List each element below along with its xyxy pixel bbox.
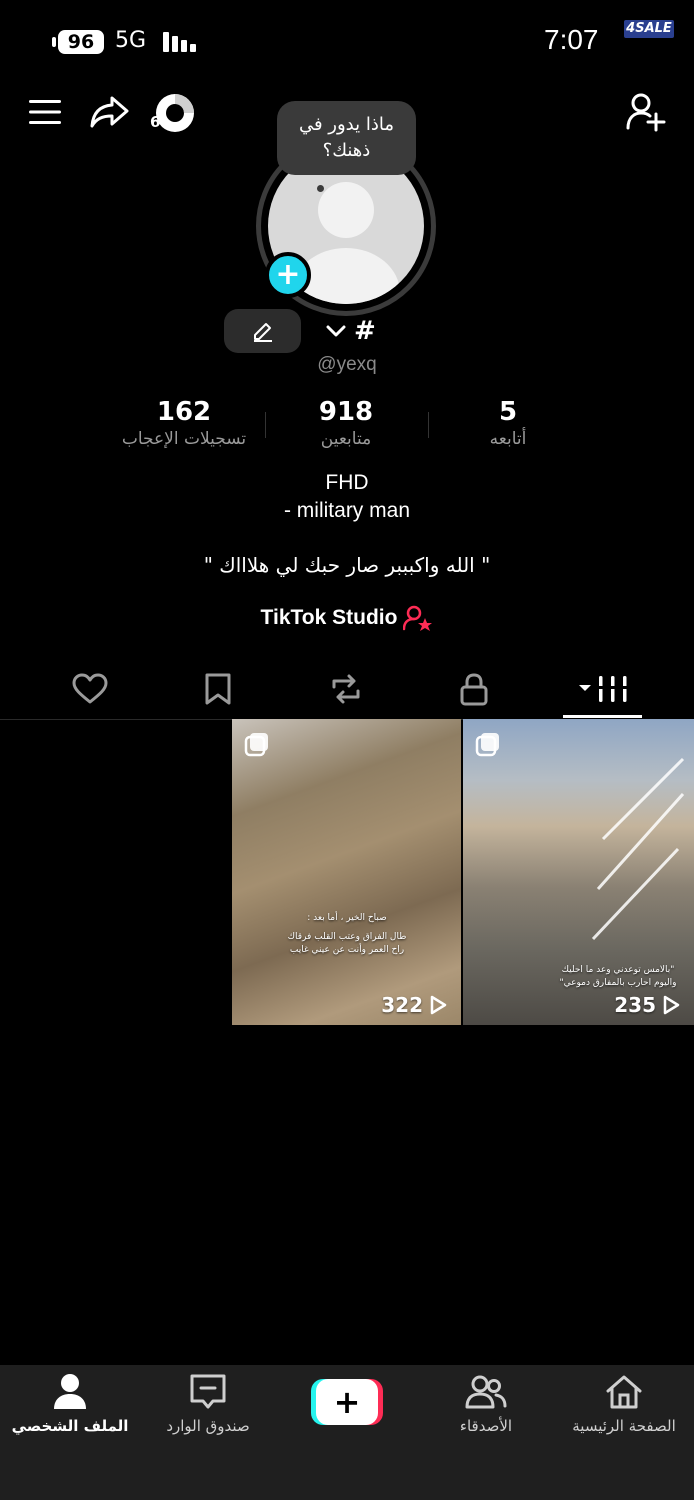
content-tabs	[0, 660, 694, 720]
video-caption: صباح الخير ، أما بعد : طال الفراق وعتب ا…	[287, 913, 407, 955]
tiktok-studio-link[interactable]: TikTok Studio	[0, 605, 694, 631]
play-icon	[663, 995, 680, 1015]
grid-videos-icon	[578, 676, 629, 702]
repost-icon	[332, 674, 360, 704]
share-icon[interactable]	[90, 94, 130, 134]
stat-label: تسجيلات الإعجاب	[121, 429, 247, 449]
inbox-icon	[190, 1374, 226, 1409]
create-plus-icon: +	[316, 1379, 378, 1425]
liked-tab[interactable]	[50, 660, 130, 718]
play-icon	[430, 995, 447, 1015]
notification-count: 6	[150, 113, 161, 131]
bio-quote: " الله واكبببر صار حبك لي هلاااك "	[203, 553, 491, 577]
lock-icon	[460, 673, 488, 706]
status-bar: 96 5G 7:07 4SALE	[0, 0, 694, 80]
bio-line: - military man	[283, 499, 410, 522]
nav-label: الملف الشخصي	[11, 1417, 129, 1435]
bookmark-icon	[205, 673, 231, 705]
video-thumbnail[interactable]: صباح الخير ، أما بعد : طال الفراق وعتب ا…	[232, 719, 461, 1025]
home-icon	[606, 1375, 642, 1409]
battery-indicator: 96	[58, 30, 104, 54]
stat-label: أتابعه	[489, 429, 527, 449]
edit-profile-button[interactable]	[224, 309, 301, 353]
username: @yexq	[317, 354, 377, 375]
nav-inbox[interactable]: صندوق الوارد	[138, 1373, 278, 1435]
saved-tab[interactable]	[178, 660, 258, 718]
display-name-row[interactable]: #	[326, 316, 376, 346]
signal-icon	[163, 30, 199, 52]
clock: 7:07	[544, 24, 599, 55]
reposts-tab[interactable]	[306, 660, 386, 718]
light-streaks	[591, 757, 685, 941]
private-tab[interactable]	[434, 660, 514, 718]
nav-home[interactable]: الصفحة الرئيسية	[554, 1373, 694, 1435]
stat-likes[interactable]: 162 تسجيلات الإعجاب	[94, 397, 274, 449]
battery-tip	[52, 37, 56, 47]
pencil-icon	[253, 323, 272, 342]
nav-friends[interactable]: الأصدقاء	[416, 1373, 556, 1435]
view-count: 235	[614, 993, 680, 1017]
add-friend-icon[interactable]	[626, 92, 668, 136]
display-name: #	[354, 316, 376, 346]
thought-bubble-tail	[317, 185, 324, 192]
nav-label: الأصدقاء	[459, 1417, 513, 1435]
watermark-logo: 4SALE	[624, 20, 674, 38]
menu-icon[interactable]	[28, 98, 62, 130]
nav-label: صندوق الوارد	[166, 1417, 250, 1435]
stat-value: 162	[156, 397, 212, 427]
view-count: 322	[381, 993, 447, 1017]
bottom-nav: الصفحة الرئيسية الأصدقاء + صندوق الوارد …	[0, 1365, 694, 1500]
create-button[interactable]: +	[311, 1379, 383, 1425]
network-type: 5G	[115, 28, 147, 53]
stat-value: 5	[498, 397, 518, 427]
stat-label: متابعين	[320, 429, 372, 449]
heart-icon	[72, 673, 108, 704]
videos-tab[interactable]	[563, 660, 642, 718]
multi-clip-icon	[244, 731, 270, 761]
creator-star-icon	[403, 605, 433, 631]
profile-icon	[54, 1374, 86, 1409]
thought-bubble[interactable]: ماذا يدور في ذهنك؟	[277, 101, 416, 175]
stat-value: 918	[318, 397, 374, 427]
nav-label: الصفحة الرئيسية	[572, 1417, 676, 1435]
multi-clip-icon	[475, 731, 501, 761]
video-caption: "بالامس توعدني وعد ما احليك واليوم احارب…	[559, 965, 677, 988]
stat-following[interactable]: 5 أتابعه	[418, 397, 598, 449]
add-story-button[interactable]: +	[265, 252, 311, 298]
video-thumbnail[interactable]: "بالامس توعدني وعد ما احليك واليوم احارب…	[463, 719, 694, 1025]
bio-line: FHD	[325, 471, 369, 494]
active-tab-indicator	[563, 715, 642, 718]
stat-followers[interactable]: 918 متابعين	[256, 397, 436, 449]
nav-profile[interactable]: الملف الشخصي	[0, 1373, 140, 1435]
chevron-down-icon[interactable]	[326, 324, 346, 338]
friends-icon	[465, 1375, 507, 1409]
studio-label: TikTok Studio	[260, 606, 398, 629]
